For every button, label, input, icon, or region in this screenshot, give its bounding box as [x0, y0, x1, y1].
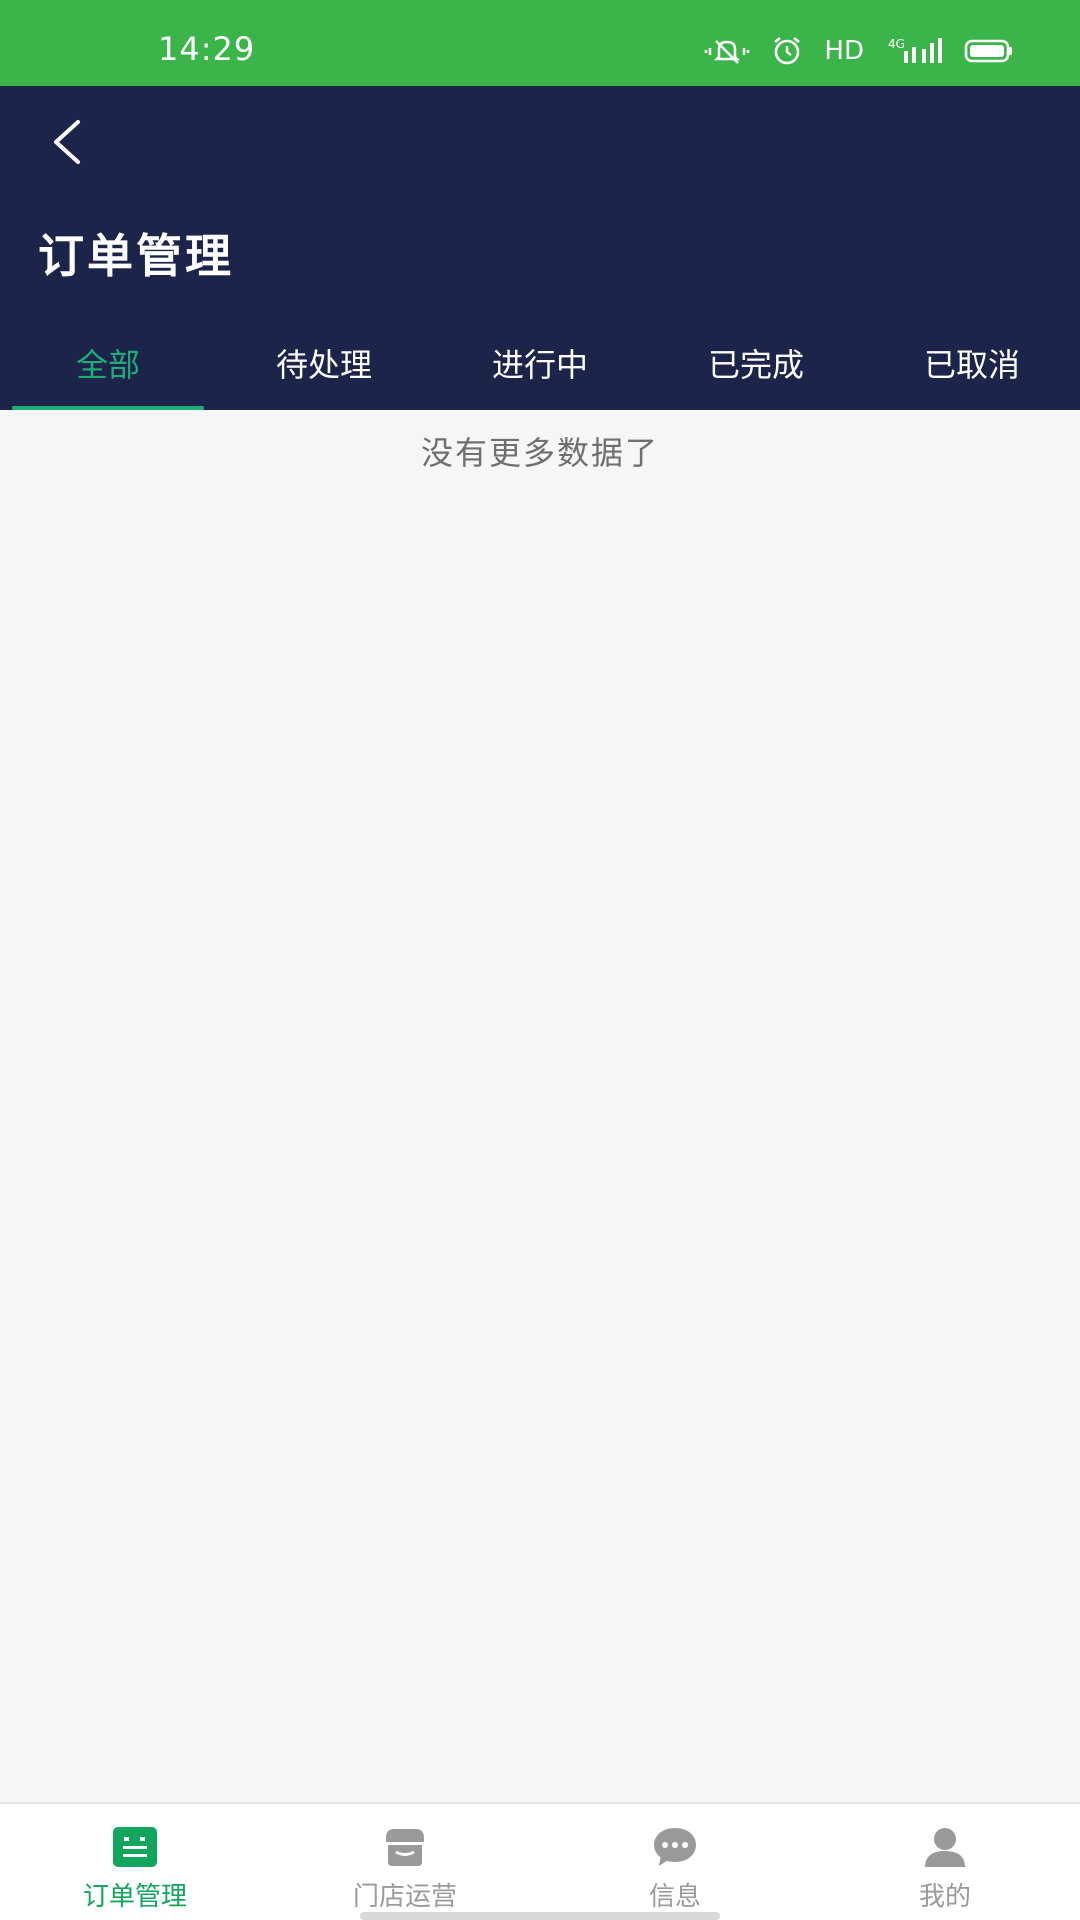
nav-label: 信息 — [648, 1882, 701, 1912]
nav-item-messages[interactable]: 信息 — [540, 1804, 810, 1920]
tab-indicator — [12, 406, 204, 410]
tab-label: 进行中 — [491, 346, 588, 384]
back-button[interactable] — [38, 110, 94, 174]
status-hd: HD — [824, 36, 864, 66]
alarm-icon — [772, 36, 802, 66]
tab-label: 已取消 — [923, 346, 1020, 384]
chat-bubble-icon — [654, 1828, 696, 1866]
nav-item-store[interactable]: 门店运营 — [270, 1804, 540, 1920]
tab-all[interactable]: 全部 — [0, 324, 216, 410]
tab-cancelled[interactable]: 已取消 — [864, 324, 1080, 410]
empty-message: 没有更多数据了 — [420, 434, 659, 472]
status-bar: 14:29 HD 4G — [0, 0, 1080, 86]
tab-bar: 全部 待处理 进行中 已完成 已取消 — [0, 324, 1080, 410]
vibrate-icon — [704, 37, 750, 65]
tab-in-progress[interactable]: 进行中 — [432, 324, 648, 410]
nav-item-orders[interactable]: 订单管理 — [0, 1804, 270, 1920]
tab-label: 待处理 — [275, 346, 372, 384]
tab-completed[interactable]: 已完成 — [648, 324, 864, 410]
nav-label: 门店运营 — [352, 1882, 457, 1912]
nav-label: 我的 — [918, 1882, 971, 1912]
home-indicator[interactable] — [360, 1912, 720, 1920]
store-icon — [386, 1829, 424, 1866]
signal-icon: 4G — [886, 37, 942, 65]
tab-pending[interactable]: 待处理 — [216, 324, 432, 410]
bottom-nav: 订单管理 门店运营 信息 我的 — [0, 1802, 1080, 1920]
header: 订单管理 全部 待处理 进行中 已完成 已取消 — [0, 86, 1080, 410]
order-list-icon — [113, 1827, 157, 1867]
tab-label: 已完成 — [707, 346, 804, 384]
user-icon — [925, 1828, 965, 1867]
battery-icon — [964, 38, 1014, 64]
nav-label: 订单管理 — [82, 1882, 187, 1912]
page-title: 订单管理 — [38, 229, 234, 283]
nav-item-profile[interactable]: 我的 — [810, 1804, 1080, 1920]
page: 14:29 HD 4G 订单管理 全部 待处理 进行中 已完成 已取消 没有更多… — [0, 0, 1080, 1920]
chevron-left-icon — [54, 120, 80, 164]
status-time: 14:29 — [158, 30, 256, 68]
tab-label: 全部 — [75, 346, 140, 384]
status-icons: HD 4G — [704, 36, 1014, 66]
network-label: 4G — [888, 37, 905, 51]
